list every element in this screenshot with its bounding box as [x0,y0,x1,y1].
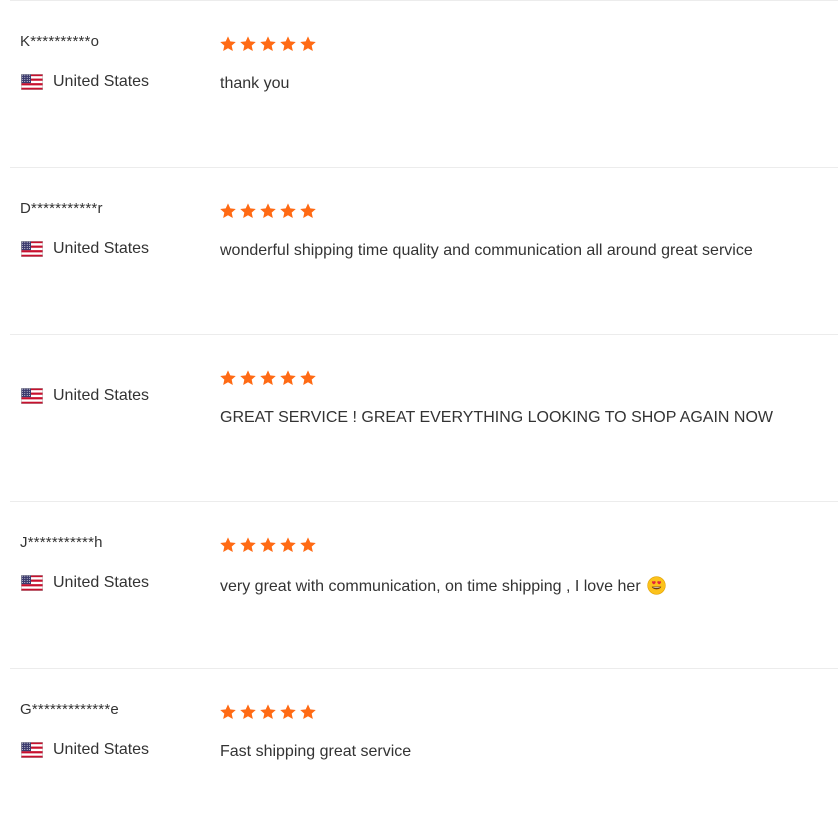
us-flag-icon [21,241,43,257]
buyer-name: K**********o [20,33,100,50]
buyer-name: D***********r [20,200,103,217]
buyer-name: G*************e [20,701,119,718]
star-icon [220,370,236,386]
star-icon [260,370,276,386]
star-icon [260,36,276,52]
star-icon [300,370,316,386]
review-text: wonderful shipping time quality and comm… [220,242,753,260]
star-rating [219,35,317,53]
review-item: D***********r United States wonderful sh… [10,168,838,335]
heart-eyes-emoji-icon [647,576,666,595]
us-flag-icon [21,742,43,758]
star-icon [260,537,276,553]
review-item: J***********h United States very great w… [10,502,838,669]
country-label: United States [53,73,150,90]
star-icon [220,36,236,52]
review-text-content: thank you [220,75,290,92]
star-icon [280,36,296,52]
star-icon [280,537,296,553]
star-icon [220,704,236,720]
star-rating [219,536,317,554]
star-icon [280,704,296,720]
review-text-content: wonderful shipping time quality and comm… [220,242,753,259]
review-text: very great with communication, on time s… [220,576,666,596]
star-icon [240,704,256,720]
star-icon [240,36,256,52]
star-icon [260,203,276,219]
review-item: G*************e United States Fast shipp… [10,669,838,835]
review-list: K**********o United States thank you D**… [0,1,838,835]
review-text: thank you [220,75,289,93]
country-label: United States [53,387,150,404]
country-label: United States [53,741,150,758]
star-icon [280,370,296,386]
star-rating [219,369,317,387]
buyer-country: United States [21,741,149,759]
buyer-name: J***********h [20,534,103,551]
us-flag-icon [21,388,43,404]
star-icon [300,537,316,553]
star-icon [260,704,276,720]
star-icon [300,704,316,720]
star-rating [219,202,317,220]
star-icon [280,203,296,219]
star-icon [220,537,236,553]
review-text: GREAT SERVICE ! GREAT EVERYTHING LOOKING… [220,409,773,427]
review-item: United States GREAT SERVICE ! GREAT EVER… [10,335,838,502]
star-icon [300,203,316,219]
buyer-country: United States [21,387,149,405]
review-text-content: GREAT SERVICE ! GREAT EVERYTHING LOOKING… [220,409,774,426]
star-icon [220,203,236,219]
us-flag-icon [21,74,43,90]
buyer-country: United States [21,574,149,592]
star-rating [219,703,317,721]
star-icon [240,537,256,553]
review-item: K**********o United States thank you [10,1,838,168]
star-icon [240,203,256,219]
buyer-country: United States [21,240,149,258]
star-icon [240,370,256,386]
country-label: United States [53,574,150,591]
review-text-content: Fast shipping great service [220,743,412,760]
country-label: United States [53,240,150,257]
star-icon [300,36,316,52]
us-flag-icon [21,575,43,591]
buyer-country: United States [21,73,149,91]
review-text-content: very great with communication, on time s… [220,578,641,595]
review-text: Fast shipping great service [220,743,411,761]
